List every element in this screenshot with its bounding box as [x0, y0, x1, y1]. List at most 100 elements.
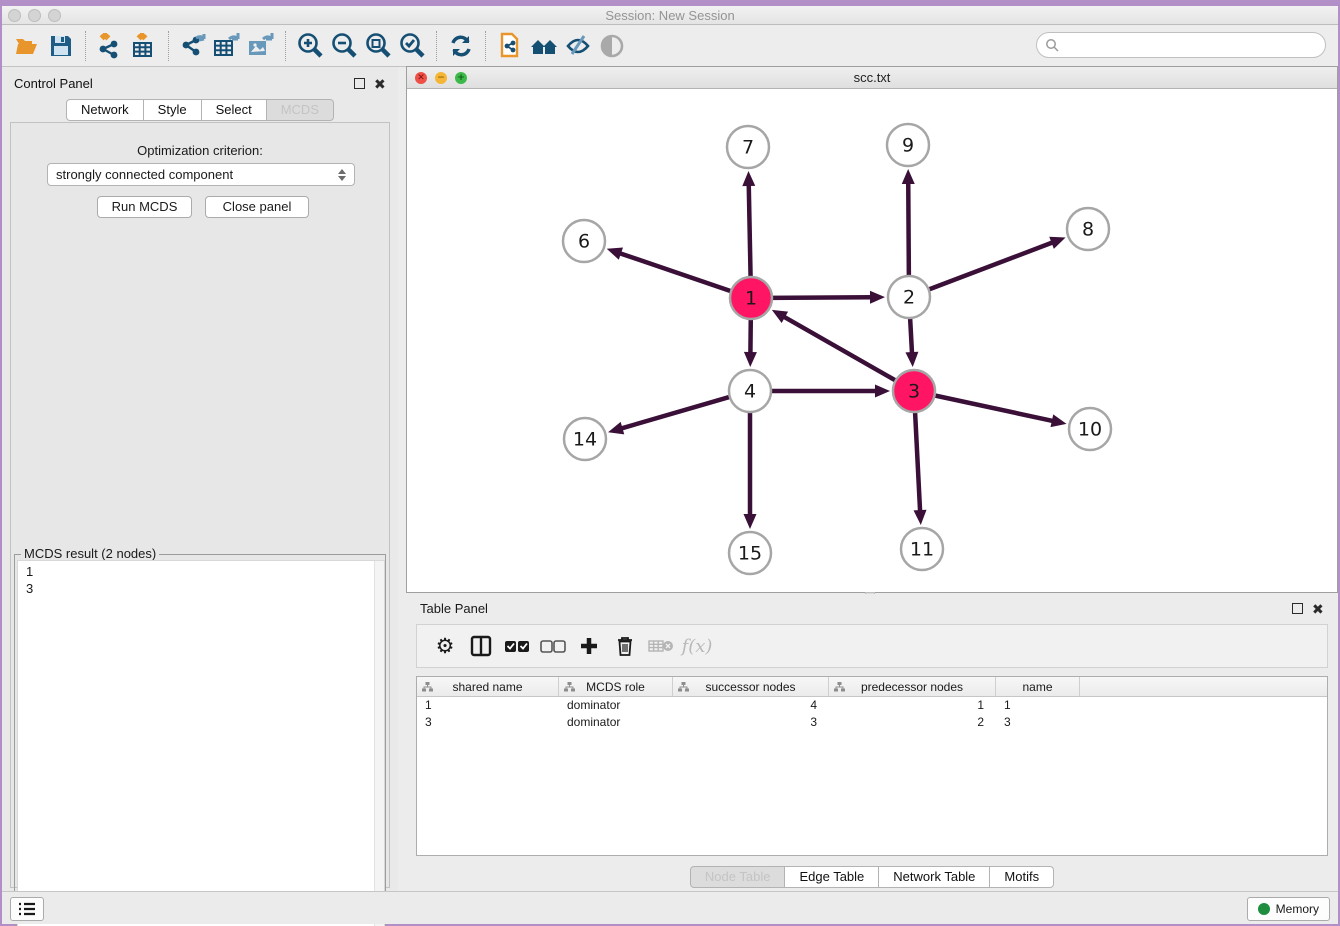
clone-network-icon[interactable] [493, 29, 527, 63]
tab-node-table[interactable]: Node Table [690, 866, 786, 888]
main-titlebar: Session: New Session [2, 6, 1338, 25]
toolbar-separator [485, 31, 486, 61]
main-toolbar [2, 26, 1338, 67]
mcds-result-text: 1 3 [26, 563, 33, 597]
tab-style[interactable]: Style [144, 99, 202, 121]
memory-status-icon [1258, 903, 1270, 915]
select-all-icon[interactable] [499, 631, 535, 661]
zoom-in-icon[interactable] [293, 29, 327, 63]
criterion-value: strongly connected component [56, 167, 233, 182]
float-panel-icon[interactable] [354, 77, 368, 91]
edge-2-9[interactable] [908, 182, 909, 278]
refresh-layout-icon[interactable] [444, 29, 478, 63]
mcds-result-group: MCDS result (2 nodes) 1 3 [14, 554, 386, 926]
close-panel-icon[interactable]: ✖ [1312, 602, 1326, 616]
mcds-result-title: MCDS result (2 nodes) [21, 546, 159, 561]
zoom-fit-icon[interactable] [361, 29, 395, 63]
cell-MCDS-role: dominator [559, 714, 673, 731]
result-scrollbar[interactable] [374, 561, 384, 926]
close-panel-button[interactable]: Close panel [205, 196, 309, 218]
add-icon[interactable] [571, 631, 607, 661]
mcds-result-area[interactable]: 1 3 [17, 560, 385, 926]
arrowhead-icon [1051, 414, 1067, 427]
export-table-icon[interactable] [210, 29, 244, 63]
toolbar-separator [85, 31, 86, 61]
table-column-header[interactable]: predecessor nodes [829, 677, 996, 696]
tab-network-table[interactable]: Network Table [879, 866, 990, 888]
node-label-9: 9 [902, 135, 914, 157]
function-builder-icon: f(x) [679, 631, 715, 661]
cell-shared-name: 1 [417, 697, 559, 714]
zoom-out-icon[interactable] [327, 29, 361, 63]
float-panel-icon[interactable] [1292, 602, 1306, 616]
control-panel-tabs: NetworkStyleSelectMCDS [2, 99, 398, 121]
table-body: 1dominator4113dominator323 [417, 697, 1327, 731]
open-file-icon[interactable] [10, 29, 44, 63]
table-row[interactable]: 1dominator411 [417, 697, 1327, 714]
split-panel-icon[interactable] [463, 631, 499, 661]
export-network-icon[interactable] [176, 29, 210, 63]
tab-mcds[interactable]: MCDS [267, 99, 334, 121]
cell-predecessor-nodes: 1 [829, 697, 996, 714]
export-image-icon[interactable] [244, 29, 278, 63]
column-header-predecessor-nodes: predecessor nodes [861, 680, 963, 694]
edge-2-3[interactable] [910, 316, 912, 354]
arrowhead-icon [607, 247, 623, 259]
memory-button[interactable]: Memory [1247, 897, 1330, 921]
status-bar: Memory [2, 891, 1338, 924]
close-panel-icon[interactable]: ✖ [374, 77, 388, 91]
arrowhead-icon [914, 510, 927, 525]
edge-3-1[interactable] [783, 316, 897, 381]
table-column-header[interactable]: name [996, 677, 1080, 696]
tab-motifs[interactable]: Motifs [990, 866, 1054, 888]
network-view-window: ✕ − + scc.txt 7968124314101511 [406, 66, 1338, 593]
edge-1-6[interactable] [619, 253, 733, 292]
search-field[interactable] [1064, 38, 1325, 53]
deselect-all-icon[interactable] [535, 631, 571, 661]
import-table-icon[interactable] [127, 29, 161, 63]
table-tabs: Node TableEdge TableNetwork TableMotifs [406, 866, 1338, 888]
column-header-successor-nodes: successor nodes [705, 680, 795, 694]
criterion-select[interactable]: strongly connected component [47, 163, 355, 186]
edge-1-2[interactable] [770, 297, 872, 298]
gear-icon[interactable]: ⚙ [427, 631, 463, 661]
node-label-3: 3 [908, 381, 920, 403]
tab-select[interactable]: Select [202, 99, 267, 121]
network-window-title: scc.txt [407, 70, 1337, 85]
tab-network[interactable]: Network [66, 99, 144, 121]
node-label-2: 2 [903, 287, 915, 309]
edge-3-10[interactable] [933, 395, 1054, 421]
node-label-11: 11 [910, 539, 934, 561]
run-mcds-button[interactable]: Run MCDS [97, 196, 192, 218]
save-session-icon[interactable] [44, 29, 78, 63]
arrowhead-icon [905, 352, 918, 367]
network-window-titlebar[interactable]: ✕ − + scc.txt [407, 67, 1337, 89]
chevron-up-down-icon [338, 169, 346, 181]
cell-successor-nodes: 4 [673, 697, 829, 714]
show-all-icon[interactable] [595, 29, 629, 63]
edge-4-14[interactable] [621, 396, 732, 428]
list-icon [18, 901, 36, 917]
table-column-header[interactable]: MCDS role [559, 677, 673, 696]
edge-1-7[interactable] [749, 184, 751, 279]
search-input[interactable] [1036, 32, 1326, 58]
import-network-icon[interactable] [93, 29, 127, 63]
task-history-button[interactable] [10, 897, 44, 921]
edge-3-11[interactable] [915, 410, 920, 512]
network-canvas[interactable]: 7968124314101511 [407, 89, 1337, 592]
table-row[interactable]: 3dominator323 [417, 714, 1327, 731]
arrowhead-icon [608, 422, 624, 434]
table-column-header[interactable]: successor nodes [673, 677, 829, 696]
hide-selected-icon[interactable] [561, 29, 595, 63]
table-column-header[interactable]: shared name [417, 677, 559, 696]
table-panel-header: Table Panel ✖ [406, 598, 1338, 620]
arrowhead-icon [742, 171, 755, 186]
trash-icon[interactable] [607, 631, 643, 661]
edge-2-8[interactable] [927, 242, 1054, 290]
tab-edge-table[interactable]: Edge Table [785, 866, 879, 888]
first-neighbors-icon[interactable] [527, 29, 561, 63]
arrowhead-icon [744, 352, 757, 367]
node-table[interactable]: shared nameMCDS role successor nodes prede… [416, 676, 1328, 856]
optimization-criterion-label: Optimization criterion: [11, 143, 389, 158]
zoom-selected-icon[interactable] [395, 29, 429, 63]
